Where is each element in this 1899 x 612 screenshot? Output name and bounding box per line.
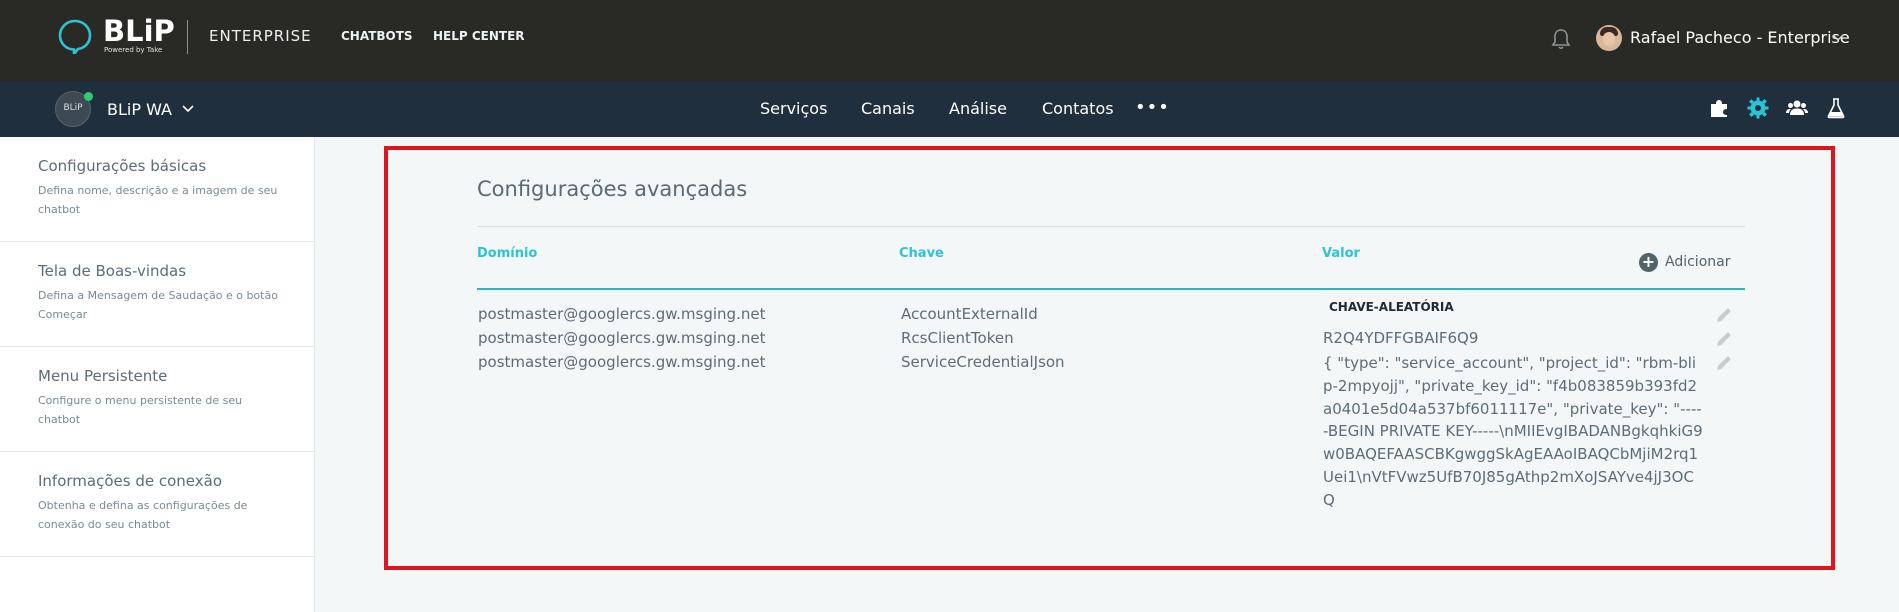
sidebar-item-welcome-screen[interactable]: Tela de Boas-vindas Defina a Mensagem de… [0,242,315,347]
chevron-down-icon[interactable] [1832,34,1844,42]
flask-icon[interactable] [1824,96,1848,120]
blip-logo-icon[interactable] [57,18,93,54]
chevron-down-icon[interactable] [182,105,194,113]
nav-contatos[interactable]: Contatos [1042,99,1114,118]
puzzle-icon[interactable] [1707,96,1731,120]
sidebar-item-title: Tela de Boas-vindas [38,262,187,280]
sidebar-item-title: Configurações básicas [38,157,207,175]
bot-name[interactable]: BLiP WA [107,100,172,119]
bot-avatar-label: BLiP [63,103,83,113]
nav-chatbots[interactable]: CHATBOTS [341,29,413,43]
sidebar-item-title: Informações de conexão [38,472,222,490]
brand-tagline: Powered by Take [104,46,163,54]
nav-canais[interactable]: Canais [861,99,915,118]
bell-icon[interactable] [1549,27,1573,51]
brand-name[interactable]: BLiP [103,14,175,48]
sidebar-item-description: Defina nome, descrição e a imagem de seu… [38,184,278,216]
nav-analise[interactable]: Análise [949,99,1007,118]
product-label: ENTERPRISE [209,27,312,45]
gear-icon[interactable] [1746,96,1770,120]
sidebar-item-connection-info[interactable]: Informações de conexão Obtenha e defina … [0,452,315,557]
settings-sidebar: Configurações básicas Defina nome, descr… [0,137,315,612]
sidebar-item-persistent-menu[interactable]: Menu Persistente Configure o menu persis… [0,347,315,452]
brand-divider [187,20,188,54]
bot-toolbar: BLiP BLiP WA Serviços Canais Análise Con… [0,81,1899,137]
user-name[interactable]: Rafael Pacheco - Enterprise [1630,28,1850,47]
sidebar-item-description: Obtenha e defina as configurações de con… [38,499,248,531]
sidebar-item-basic-settings[interactable]: Configurações básicas Defina nome, descr… [0,137,315,242]
sidebar-item-title: Menu Persistente [38,367,168,385]
team-icon[interactable] [1785,96,1809,120]
sidebar-item-description: Configure o menu persistente de seu chat… [38,394,243,426]
sidebar-item-description: Defina a Mensagem de Saudação e o botão … [38,289,278,321]
nav-help-center[interactable]: HELP CENTER [433,29,525,43]
nav-servicos[interactable]: Serviços [760,99,827,118]
highlight-frame [384,146,1835,570]
user-avatar[interactable] [1596,25,1622,51]
top-header: BLiP Powered by Take ENTERPRISE CHATBOTS… [0,0,1899,81]
online-status-dot [84,92,93,101]
more-menu-icon[interactable]: ••• [1135,97,1170,118]
